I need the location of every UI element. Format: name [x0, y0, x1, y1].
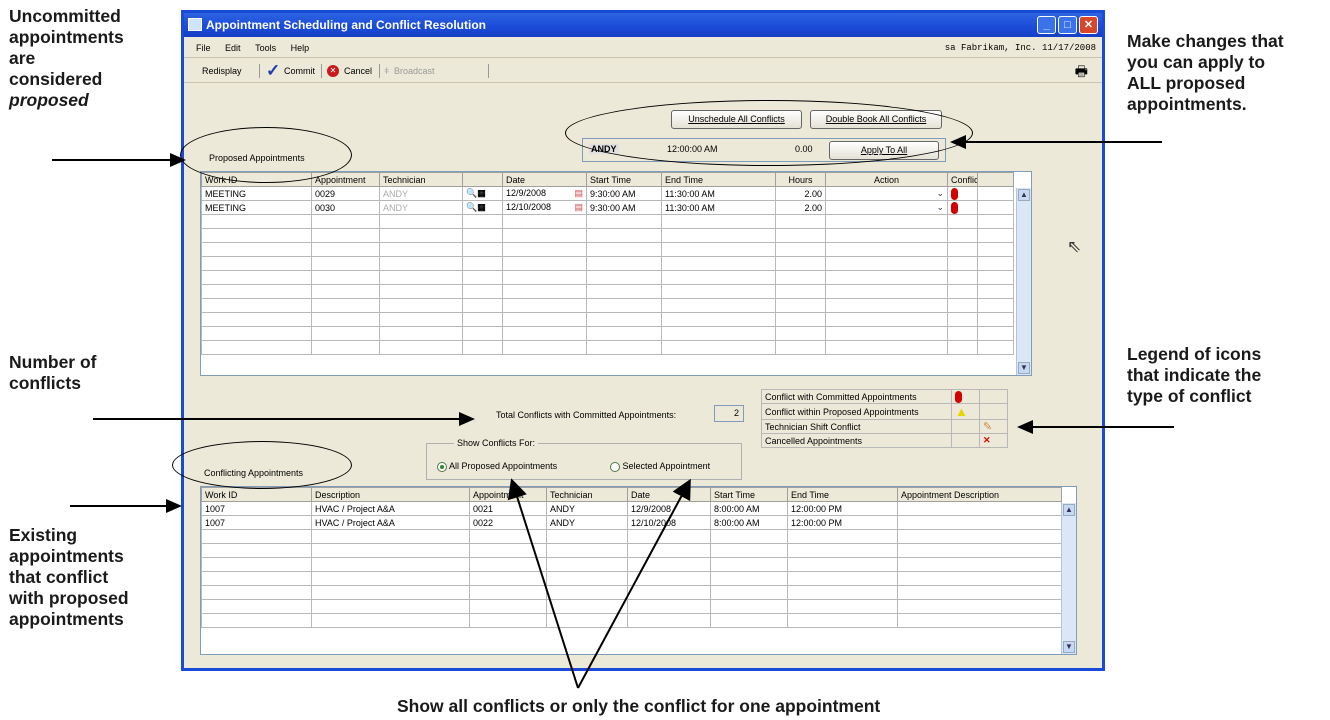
- arrow-to-selected: [577, 478, 691, 689]
- arrow-to-all-proposed: [507, 478, 579, 689]
- callout-arrows-bottom: [507, 478, 691, 689]
